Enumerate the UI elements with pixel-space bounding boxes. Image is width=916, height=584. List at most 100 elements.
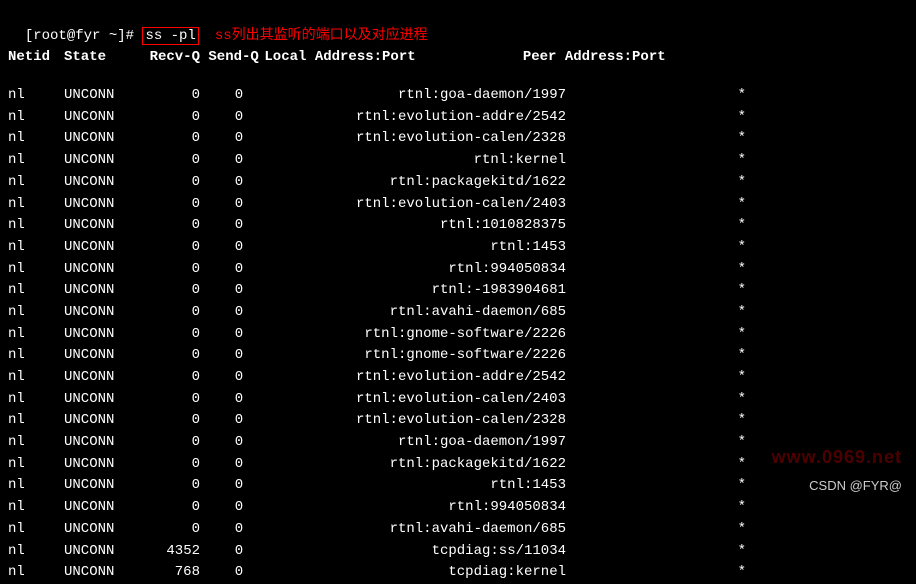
table-body: nlUNCONN00rtnl:goa-daemon/1997*nlUNCONN0… bbox=[8, 85, 908, 584]
cell-local: rtnl:packagekitd/1622 bbox=[256, 454, 576, 476]
cell-local: rtnl:1453 bbox=[256, 475, 576, 497]
command-line[interactable]: [root@fyr ~]# ss -plss列出其监听的端口以及对应进程 bbox=[8, 4, 908, 47]
cell-state: UNCONN bbox=[64, 562, 144, 584]
cell-state: UNCONN bbox=[64, 237, 144, 259]
cell-local: rtnl:1010828375 bbox=[256, 215, 576, 237]
cell-recvq: 0 bbox=[144, 432, 200, 454]
cell-local: rtnl:avahi-daemon/685 bbox=[256, 302, 576, 324]
cell-recvq: 0 bbox=[144, 367, 200, 389]
cell-local: rtnl:evolution-addre/2542 bbox=[256, 367, 576, 389]
annotation-text: ss列出其监听的端口以及对应进程 bbox=[215, 28, 428, 44]
cell-netid: nl bbox=[8, 172, 64, 194]
header-sendq: Send-Q bbox=[208, 47, 264, 69]
cell-peer: * bbox=[576, 497, 746, 519]
table-row: nlUNCONN00rtnl:evolution-addre/2542* bbox=[8, 367, 908, 389]
table-row: nlUNCONN00rtnl:avahi-daemon/685* bbox=[8, 302, 908, 324]
cell-recvq: 0 bbox=[144, 107, 200, 129]
cell-recvq: 768 bbox=[144, 562, 200, 584]
cell-peer: * bbox=[576, 562, 746, 584]
cell-state: UNCONN bbox=[64, 519, 144, 541]
cell-recvq: 0 bbox=[144, 172, 200, 194]
cell-state: UNCONN bbox=[64, 432, 144, 454]
cell-peer: * bbox=[576, 389, 746, 411]
cell-netid: nl bbox=[8, 541, 64, 563]
cell-local: rtnl:gnome-software/2226 bbox=[256, 324, 576, 346]
cell-sendq: 0 bbox=[200, 562, 256, 584]
cell-state: UNCONN bbox=[64, 497, 144, 519]
cell-recvq: 0 bbox=[144, 215, 200, 237]
cell-local: rtnl:1453 bbox=[256, 237, 576, 259]
cell-netid: nl bbox=[8, 150, 64, 172]
header-recvq: Recv-Q bbox=[144, 47, 200, 69]
header-state: State bbox=[64, 47, 144, 69]
watermark-text: www.0969.net bbox=[772, 444, 902, 472]
cell-peer: * bbox=[576, 302, 746, 324]
cell-state: UNCONN bbox=[64, 367, 144, 389]
cell-netid: nl bbox=[8, 237, 64, 259]
cell-recvq: 4352 bbox=[144, 541, 200, 563]
cell-netid: nl bbox=[8, 367, 64, 389]
cell-sendq: 0 bbox=[200, 410, 256, 432]
cell-recvq: 0 bbox=[144, 194, 200, 216]
cell-peer: * bbox=[576, 150, 746, 172]
cell-peer: * bbox=[576, 324, 746, 346]
table-row: nlUNCONN00rtnl:-1983904681* bbox=[8, 280, 908, 302]
cell-sendq: 0 bbox=[200, 497, 256, 519]
table-row: nlUNCONN00rtnl:gnome-software/2226* bbox=[8, 345, 908, 367]
cell-peer: * bbox=[576, 128, 746, 150]
cell-peer: * bbox=[576, 454, 746, 476]
cell-local: rtnl:evolution-calen/2403 bbox=[256, 389, 576, 411]
cell-local: rtnl:goa-daemon/1997 bbox=[256, 432, 576, 454]
header-netid: Netid bbox=[8, 47, 64, 69]
cell-local: tcpdiag:kernel bbox=[256, 562, 576, 584]
table-row: nlUNCONN00rtnl:goa-daemon/1997* bbox=[8, 85, 908, 107]
cell-peer: * bbox=[576, 519, 746, 541]
cell-peer: * bbox=[576, 432, 746, 454]
cell-local: rtnl:gnome-software/2226 bbox=[256, 345, 576, 367]
cell-sendq: 0 bbox=[200, 259, 256, 281]
cell-local: rtnl:evolution-addre/2542 bbox=[256, 107, 576, 129]
cell-recvq: 0 bbox=[144, 389, 200, 411]
table-row: nlUNCONN00rtnl:evolution-calen/2328* bbox=[8, 410, 908, 432]
cell-recvq: 0 bbox=[144, 150, 200, 172]
cell-state: UNCONN bbox=[64, 541, 144, 563]
cell-recvq: 0 bbox=[144, 128, 200, 150]
cell-sendq: 0 bbox=[200, 85, 256, 107]
cell-local: rtnl:-1983904681 bbox=[256, 280, 576, 302]
cell-local: rtnl:packagekitd/1622 bbox=[256, 172, 576, 194]
cell-recvq: 0 bbox=[144, 85, 200, 107]
table-row: nlUNCONN00rtnl:packagekitd/1622* bbox=[8, 172, 908, 194]
cell-peer: * bbox=[576, 410, 746, 432]
cell-peer: * bbox=[576, 280, 746, 302]
table-header: NetidStateRecv-Q Send-QLocal Address:Por… bbox=[8, 47, 908, 69]
cell-sendq: 0 bbox=[200, 302, 256, 324]
footer-text: CSDN @FYR@ bbox=[809, 476, 902, 496]
cell-recvq: 0 bbox=[144, 324, 200, 346]
cell-state: UNCONN bbox=[64, 194, 144, 216]
table-row: nlUNCONN00rtnl:1453* bbox=[8, 475, 908, 497]
cell-netid: nl bbox=[8, 194, 64, 216]
cell-netid: nl bbox=[8, 302, 64, 324]
cell-peer: * bbox=[576, 237, 746, 259]
cell-recvq: 0 bbox=[144, 237, 200, 259]
cell-peer: * bbox=[576, 194, 746, 216]
cell-netid: nl bbox=[8, 562, 64, 584]
table-row: nlUNCONN43520tcpdiag:ss/11034* bbox=[8, 541, 908, 563]
cell-recvq: 0 bbox=[144, 519, 200, 541]
cell-peer: * bbox=[576, 259, 746, 281]
cell-netid: nl bbox=[8, 215, 64, 237]
cell-sendq: 0 bbox=[200, 345, 256, 367]
cell-state: UNCONN bbox=[64, 215, 144, 237]
table-row: nlUNCONN00rtnl:evolution-calen/2328* bbox=[8, 128, 908, 150]
cell-local: rtnl:kernel bbox=[256, 150, 576, 172]
cell-sendq: 0 bbox=[200, 519, 256, 541]
cell-netid: nl bbox=[8, 128, 64, 150]
cell-state: UNCONN bbox=[64, 389, 144, 411]
cell-state: UNCONN bbox=[64, 280, 144, 302]
cell-peer: * bbox=[576, 475, 746, 497]
cell-sendq: 0 bbox=[200, 367, 256, 389]
cell-netid: nl bbox=[8, 259, 64, 281]
cell-netid: nl bbox=[8, 280, 64, 302]
cell-netid: nl bbox=[8, 85, 64, 107]
cell-netid: nl bbox=[8, 389, 64, 411]
